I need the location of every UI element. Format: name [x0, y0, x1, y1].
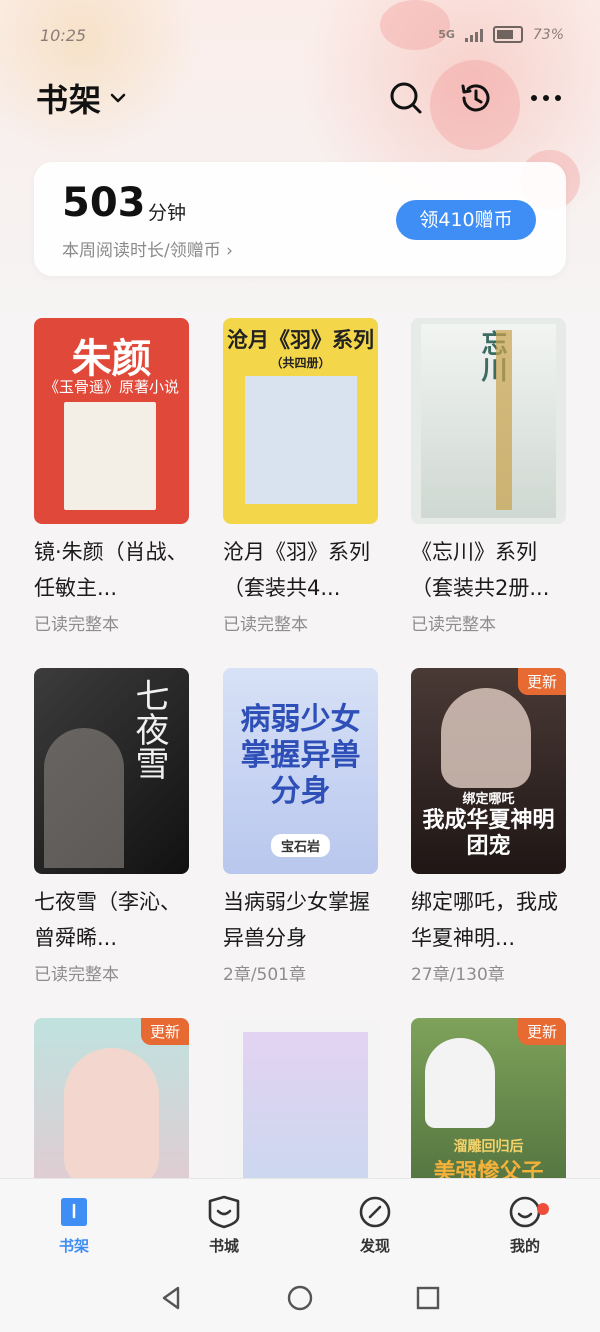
book-cover[interactable]: 病弱少女掌握异兽分身 宝石岩 — [223, 668, 378, 874]
book-cover[interactable]: 沧月《羽》系列 （共四册） — [223, 318, 378, 524]
update-badge: 更新 — [517, 668, 566, 695]
search-icon[interactable] — [388, 80, 424, 116]
reading-unit: 分钟 — [148, 202, 187, 224]
top-header: 书架 — [36, 74, 564, 122]
update-badge: 更新 — [140, 1018, 189, 1045]
book-item[interactable]: 朱颜 《玉骨遥》原著小说 镜·朱颜（肖战、任敏主... 已读完整本 — [34, 318, 189, 635]
reading-time-card[interactable]: 503 分钟 本周阅读时长/领赠币 › 领410赠币 — [34, 162, 566, 276]
tab-bookstore[interactable]: 书城 — [184, 1193, 264, 1256]
book-title: 沧月《羽》系列（套装共4... — [223, 540, 370, 600]
reading-subtitle[interactable]: 本周阅读时长/领赠币 › — [62, 236, 233, 261]
bookstore-icon — [208, 1195, 240, 1229]
book-progress: 已读完整本 — [411, 615, 496, 635]
book-item[interactable]: 忘川 《忘川》系列（套装共2册... 已读完整本 — [411, 318, 566, 635]
book-progress: 27章/130章 — [411, 965, 505, 985]
tab-label: 我的 — [509, 1237, 540, 1255]
battery-icon — [492, 26, 523, 43]
book-item[interactable]: 沧月《羽》系列 （共四册） 沧月《羽》系列（套装共4... 已读完整本 — [223, 318, 378, 635]
book-progress: 已读完整本 — [223, 615, 308, 635]
reading-minutes: 503 — [62, 180, 146, 226]
more-icon[interactable] — [528, 80, 564, 116]
discover-icon — [359, 1196, 391, 1228]
status-time: 10:25 — [40, 26, 87, 45]
tab-bookshelf[interactable]: 书架 — [34, 1193, 114, 1256]
bookshelf-icon — [61, 1198, 87, 1226]
book-item[interactable]: 七夜雪 七夜雪（李沁、曾舜晞... 已读完整本 — [34, 668, 189, 985]
book-title: 七夜雪（李沁、曾舜晞... — [34, 890, 181, 950]
book-title: 镜·朱颜（肖战、任敏主... — [34, 540, 188, 600]
status-bar: 10:25 5G 73% — [0, 0, 600, 70]
notification-dot — [537, 1203, 549, 1215]
book-item[interactable]: 绑定哪吒 我成华夏神明团宠 更新 绑定哪吒，我成华夏神明... 27章/130章 — [411, 668, 566, 985]
book-title: 绑定哪吒，我成华夏神明... — [411, 890, 558, 950]
chevron-down-icon[interactable] — [108, 88, 128, 108]
tab-label: 书城 — [208, 1237, 239, 1255]
book-progress: 2章/501章 — [223, 965, 306, 985]
battery-level: 73% — [532, 26, 564, 43]
book-progress: 已读完整本 — [34, 615, 119, 635]
book-title: 《忘川》系列（套装共2册... — [411, 540, 550, 600]
tab-label: 发现 — [359, 1237, 390, 1255]
book-progress: 已读完整本 — [34, 965, 119, 985]
tab-profile[interactable]: 我的 — [485, 1193, 565, 1256]
book-item[interactable]: 病弱少女掌握异兽分身 宝石岩 当病弱少女掌握异兽分身 2章/501章 — [223, 668, 378, 985]
tab-discover[interactable]: 发现 — [335, 1193, 415, 1256]
history-icon[interactable] — [458, 80, 494, 116]
update-badge: 更新 — [517, 1018, 566, 1045]
network-label: 5G — [438, 28, 455, 41]
claim-coins-button[interactable]: 领410赠币 — [396, 200, 536, 240]
book-title: 当病弱少女掌握异兽分身 — [223, 890, 370, 950]
book-cover[interactable]: 忘川 — [411, 318, 566, 524]
page-title[interactable]: 书架 — [36, 75, 102, 121]
tab-label: 书架 — [58, 1237, 89, 1255]
home-icon[interactable] — [286, 1284, 314, 1312]
recents-icon[interactable] — [414, 1284, 442, 1312]
signal-icon — [464, 28, 483, 42]
book-cover[interactable]: 绑定哪吒 我成华夏神明团宠 更新 — [411, 668, 566, 874]
book-cover[interactable]: 朱颜 《玉骨遥》原著小说 — [34, 318, 189, 524]
system-nav-bar — [0, 1260, 600, 1332]
bottom-tab-bar: 书架 书城 发现 我的 — [0, 1178, 600, 1261]
book-cover[interactable]: 七夜雪 — [34, 668, 189, 874]
back-icon[interactable] — [158, 1284, 186, 1312]
